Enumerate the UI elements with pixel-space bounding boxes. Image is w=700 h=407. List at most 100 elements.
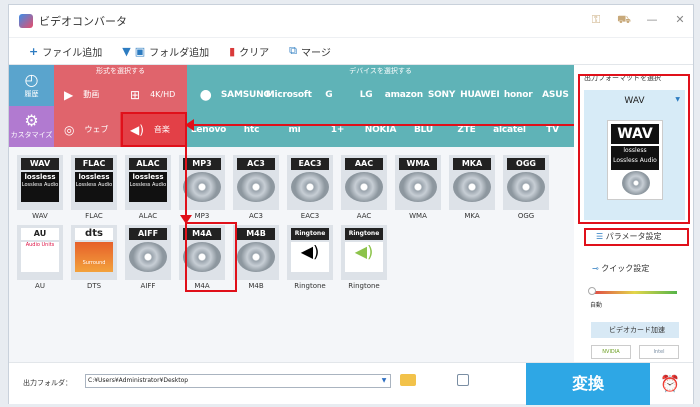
brand-row2-item-1[interactable]: htc <box>230 112 273 147</box>
format-tag: EAC3 <box>291 158 329 170</box>
format-tag: AIFF <box>129 228 167 240</box>
format-label: EAC3 <box>300 212 320 220</box>
play-icon: ▶ <box>64 87 74 102</box>
export-icon[interactable] <box>457 374 469 386</box>
brand-row2-item-4[interactable]: NOKIA <box>359 112 402 147</box>
format-header: 形式を選択する <box>96 67 145 75</box>
bottom-bar: 出力フォルダ： C:¥Users¥Administrator¥Desktop ▼… <box>9 362 693 405</box>
format-label: AC3 <box>248 212 263 220</box>
format-tile-ogg[interactable]: OGG <box>503 155 549 210</box>
brand-row2-item-5[interactable]: BLU <box>402 112 445 147</box>
parameter-settings-button[interactable]: ☰ パラメータ設定 <box>596 231 661 242</box>
format-video[interactable]: ▶ 動画 <box>54 77 120 112</box>
brand-row2-item-2[interactable]: mi <box>273 112 316 147</box>
format-label: DTS <box>86 282 102 290</box>
history-button[interactable]: ◴ 履歴 <box>9 65 54 106</box>
folder-icon: ▣ <box>134 44 146 58</box>
format-tile-m4b[interactable]: M4B <box>233 225 279 280</box>
brand-row1-item-2[interactable]: Microsoft <box>266 77 312 112</box>
output-folder-input[interactable]: C:¥Users¥Administrator¥Desktop ▼ <box>85 374 391 388</box>
quick-settings: ⊸ クイック設定 <box>592 264 650 273</box>
format-tile-ringtone[interactable]: Ringtone ◀) <box>341 225 387 280</box>
format-tag: OGG <box>507 158 545 170</box>
disc-icon <box>399 172 437 202</box>
brand-row1-item-6[interactable]: SONY <box>423 77 460 112</box>
quality-slider[interactable] <box>592 291 677 294</box>
lossless-icon: lossless Lossless Audio <box>75 172 113 202</box>
format-label: M4B <box>248 282 264 290</box>
selected-format-panel[interactable]: WAV ▼ WAV lossless Lossless Audio <box>584 90 685 220</box>
category-bar: ◴ 履歴 ⚙ カスタマイズ 形式を選択する ▶ 動画 ⊞ 4K/HD ◎ ウェブ ◀) 音楽… <box>9 65 574 147</box>
dropdown-arrow-icon[interactable]: ▼ <box>378 375 390 387</box>
disc-icon <box>237 242 275 272</box>
trash-icon: ▮ <box>229 44 236 58</box>
browser-icon: ◎ <box>64 122 75 137</box>
convert-button[interactable]: 変換 <box>526 363 650 405</box>
format-4k[interactable]: ⊞ 4K/HD <box>120 77 186 112</box>
alarm-clock-icon[interactable]: ⏰ <box>660 374 680 393</box>
brand-row1-item-5[interactable]: amazon <box>385 77 423 112</box>
brand-row2-item-3[interactable]: 1+ <box>316 112 359 147</box>
format-tag: FLAC <box>75 158 113 170</box>
brand-row1-item-9[interactable]: ASUS <box>537 77 574 112</box>
cart-icon[interactable]: ⛟ <box>617 13 631 28</box>
brand-row1-item-8[interactable]: honor <box>500 77 537 112</box>
format-tile-aac[interactable]: AAC <box>341 155 387 210</box>
dts-icon: Surround <box>75 242 113 272</box>
format-web[interactable]: ◎ ウェブ <box>54 112 120 147</box>
disc-icon <box>291 172 329 202</box>
brand-row2-item-7[interactable]: alcatel <box>488 112 531 147</box>
disc-icon <box>507 172 545 202</box>
brand-row1-item-7[interactable]: HUAWEI <box>460 77 500 112</box>
folder-open-icon[interactable] <box>400 374 416 386</box>
brand-row1-item-4[interactable]: LG <box>348 77 385 112</box>
audio-format-grid: WAV lossless Lossless Audio WAV FLAC lossless… <box>9 147 574 365</box>
brand-row2-item-8[interactable]: TV <box>531 112 574 147</box>
format-tag: ALAC <box>129 158 167 170</box>
toolbar: + ファイル追加 ▼ ▣ フォルダ追加 ▮ クリア ⧉ マージ <box>9 37 693 65</box>
key-icon[interactable]: ⚿ <box>589 13 603 28</box>
format-tile-ringtone[interactable]: Ringtone ◀) <box>287 225 333 280</box>
format-tile-aiff[interactable]: AIFF <box>125 225 171 280</box>
format-tile-m4a[interactable]: M4A <box>179 225 225 280</box>
format-tile-flac[interactable]: FLAC lossless Lossless Audio <box>71 155 117 210</box>
format-tag: AC3 <box>237 158 275 170</box>
merge-button[interactable]: ⧉ マージ <box>289 44 331 59</box>
output-format-title: 出力フォーマットを選択 <box>584 74 661 82</box>
caret-down-icon[interactable]: ▼ <box>675 96 680 103</box>
format-label: Ringtone <box>348 282 380 290</box>
format-label: OGG <box>517 212 535 220</box>
clear-button[interactable]: ▮ クリア <box>229 44 269 59</box>
apple-ringtone-icon: ◀) <box>291 242 329 272</box>
add-file-button[interactable]: + ファイル追加 <box>29 44 102 59</box>
customize-button[interactable]: ⚙ カスタマイズ <box>9 106 54 147</box>
format-tile-wma[interactable]: WMA <box>395 155 441 210</box>
arrow-head-left-icon <box>185 119 194 131</box>
disc-icon <box>622 171 650 195</box>
format-tile-au[interactable]: AU Audio Units <box>17 225 63 280</box>
gpu-acceleration-button[interactable]: ビデオカード加速 <box>591 322 679 338</box>
format-tag: MKA <box>453 158 491 170</box>
format-tile-ac3[interactable]: AC3 <box>233 155 279 210</box>
format-music[interactable]: ◀) 音楽 <box>120 112 186 147</box>
format-tile-alac[interactable]: ALAC lossless Lossless Audio <box>125 155 171 210</box>
brand-row1-item-0[interactable]: ● <box>187 77 224 112</box>
format-label: AAC <box>356 212 372 220</box>
brand-row1-item-3[interactable]: G <box>310 77 347 112</box>
main-area: ◴ 履歴 ⚙ カスタマイズ 形式を選択する ▶ 動画 ⊞ 4K/HD ◎ ウェブ ◀) 音楽… <box>9 65 574 365</box>
sliders-icon: ☰ <box>596 232 604 241</box>
brand-row1-item-1[interactable]: SAMSUNG <box>221 77 271 112</box>
disc-icon <box>237 172 275 202</box>
add-folder-button[interactable]: ▼ ▣ フォルダ追加 <box>122 44 209 59</box>
format-tile-dts[interactable]: dts Surround <box>71 225 117 280</box>
brand-row-2: Lenovo htc mi 1+ NOKIA BLU ZTE alcatel TV <box>187 112 574 147</box>
brand-row2-item-6[interactable]: ZTE <box>445 112 488 147</box>
close-icon[interactable]: ✕ <box>673 13 687 28</box>
slider-handle[interactable] <box>588 287 596 295</box>
format-tile-eac3[interactable]: EAC3 <box>287 155 333 210</box>
format-tile-wav[interactable]: WAV lossless Lossless Audio <box>17 155 63 210</box>
format-tag: Ringtone <box>345 228 383 240</box>
minimize-icon[interactable]: — <box>645 13 659 28</box>
android-ringtone-icon: ◀) <box>345 242 383 272</box>
format-tile-mka[interactable]: MKA <box>449 155 495 210</box>
